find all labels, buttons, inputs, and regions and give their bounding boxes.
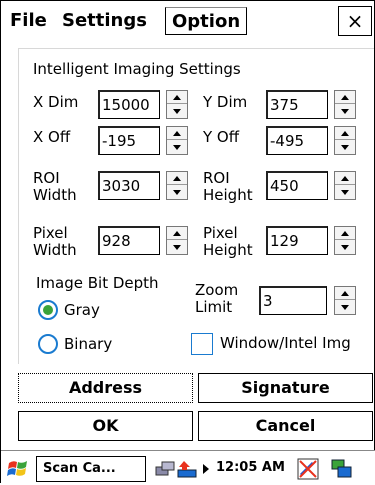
y-off-spinner[interactable]	[334, 126, 356, 155]
spin-down-icon[interactable]	[335, 105, 355, 118]
windows-logo-icon[interactable]	[7, 458, 29, 480]
bit-depth-label: Image Bit Depth	[36, 274, 159, 292]
roi-height-label-line2: Height	[203, 186, 253, 204]
pixel-width-spinner[interactable]	[166, 226, 188, 255]
menu-settings[interactable]: Settings	[56, 7, 153, 35]
keyboard-icon[interactable]	[330, 457, 354, 485]
y-off-label: Y Off	[203, 128, 240, 146]
roi-width-label-line2: Width	[33, 186, 77, 204]
pixel-height-label-line1: Pixel	[203, 224, 238, 242]
spin-down-icon[interactable]	[167, 105, 187, 118]
spin-up-icon[interactable]	[335, 287, 355, 300]
zoom-limit-spinner[interactable]	[334, 286, 356, 315]
close-button[interactable]: ×	[338, 6, 372, 36]
cancel-button[interactable]: Cancel	[198, 411, 373, 441]
pixel-width-label-line2: Width	[33, 241, 77, 259]
gray-radio[interactable]	[38, 300, 58, 320]
zoom-limit-input[interactable]: 3	[259, 286, 327, 315]
spin-up-icon[interactable]	[167, 172, 187, 185]
spin-up-icon[interactable]	[335, 227, 355, 240]
roi-width-input[interactable]: 3030	[98, 171, 160, 200]
window-intel-label[interactable]: Window/Intel Img	[220, 335, 351, 352]
tray-arrow-icon[interactable]	[203, 464, 209, 474]
menu-file[interactable]: File	[4, 7, 53, 35]
zoom-limit-label-line2: Limit	[195, 298, 233, 316]
x-dim-label: X Dim	[33, 93, 79, 111]
address-button[interactable]: Address	[18, 373, 193, 403]
x-dim-spinner[interactable]	[166, 90, 188, 119]
spin-down-icon[interactable]	[335, 141, 355, 154]
x-off-input[interactable]: -195	[98, 126, 160, 155]
task-scan-ca[interactable]: Scan Ca...	[36, 456, 146, 482]
x-dim-input[interactable]: 15000	[98, 90, 160, 119]
binary-radio[interactable]	[38, 334, 58, 354]
clock[interactable]: 12:05 AM	[216, 460, 285, 475]
system-tray: 12:05 AM	[152, 456, 372, 482]
x-off-label: X Off	[33, 128, 71, 146]
binary-radio-label[interactable]: Binary	[64, 336, 112, 353]
pixel-width-label-line1: Pixel	[33, 224, 68, 242]
signature-button[interactable]: Signature	[198, 373, 373, 403]
app-window: File Settings Option × Intelligent Imagi…	[0, 0, 375, 485]
taskbar: Scan Ca... 12:05 AM	[1, 450, 375, 485]
y-off-input[interactable]: -495	[266, 126, 328, 155]
pixel-width-input[interactable]: 928	[98, 226, 160, 255]
roi-height-input[interactable]: 450	[266, 171, 328, 200]
spin-down-icon[interactable]	[167, 186, 187, 199]
spin-up-icon[interactable]	[335, 127, 355, 140]
spin-up-icon[interactable]	[335, 172, 355, 185]
edit-disabled-icon[interactable]	[296, 457, 320, 485]
y-dim-input[interactable]: 375	[266, 90, 328, 119]
close-icon: ×	[346, 9, 364, 33]
zoom-limit-label-line1: Zoom	[195, 281, 239, 299]
window-intel-checkbox[interactable]	[191, 333, 213, 355]
y-dim-spinner[interactable]	[334, 90, 356, 119]
roi-height-spinner[interactable]	[334, 171, 356, 200]
roi-width-spinner[interactable]	[166, 171, 188, 200]
imaging-settings-panel: Intelligent Imaging Settings X Dim 15000…	[18, 48, 374, 364]
spin-down-icon[interactable]	[335, 186, 355, 199]
spin-up-icon[interactable]	[167, 227, 187, 240]
roi-height-label-line1: ROI	[203, 169, 230, 187]
spin-down-icon[interactable]	[335, 301, 355, 314]
ok-button[interactable]: OK	[18, 411, 193, 441]
x-off-spinner[interactable]	[166, 126, 188, 155]
gray-radio-label[interactable]: Gray	[64, 302, 100, 319]
pixel-height-input[interactable]: 129	[266, 226, 328, 255]
menu-bar: File Settings Option ×	[4, 3, 373, 37]
connection-icon[interactable]	[176, 458, 200, 484]
pixel-height-spinner[interactable]	[334, 226, 356, 255]
spin-down-icon[interactable]	[167, 141, 187, 154]
menu-option[interactable]: Option	[165, 7, 248, 35]
spin-down-icon[interactable]	[167, 241, 187, 254]
spin-up-icon[interactable]	[167, 91, 187, 104]
y-dim-label: Y Dim	[203, 93, 248, 111]
spin-up-icon[interactable]	[167, 127, 187, 140]
spin-up-icon[interactable]	[335, 91, 355, 104]
network-icon[interactable]	[154, 458, 176, 484]
spin-down-icon[interactable]	[335, 241, 355, 254]
panel-title: Intelligent Imaging Settings	[33, 60, 241, 78]
roi-width-label-line1: ROI	[33, 169, 60, 187]
pixel-height-label-line2: Height	[203, 241, 253, 259]
